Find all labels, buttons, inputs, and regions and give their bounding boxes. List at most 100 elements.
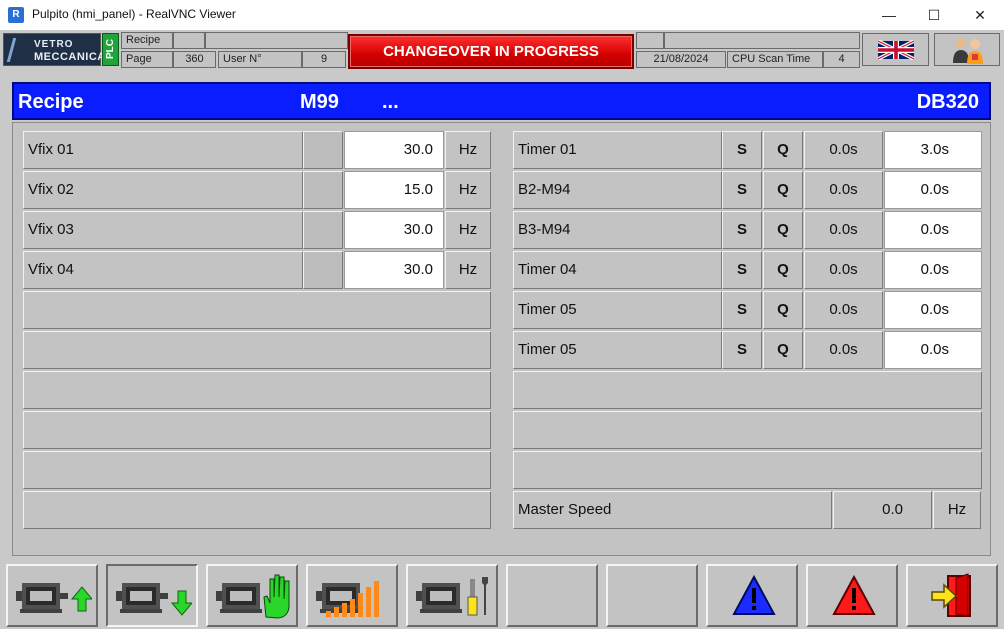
recipe-title-bar: Recipe M99 ... DB320: [12, 82, 991, 120]
user-number: 9: [302, 51, 346, 68]
empty-row: [23, 331, 491, 369]
header-blank-2: [205, 32, 348, 49]
recipe-panel: Vfix 01 30.0 Hz Vfix 02 15.0 Hz Vfix 03 …: [12, 122, 991, 556]
master-speed-label: Master Speed: [513, 491, 832, 529]
blue-warning-icon: [732, 574, 776, 615]
timer-output-flag: Q: [763, 211, 803, 249]
users-icon: [953, 38, 983, 64]
timer-output-flag: Q: [763, 251, 803, 289]
timer-setpoint-input[interactable]: 0.0s: [884, 171, 982, 209]
timer-start-flag: S: [722, 251, 762, 289]
master-speed-unit: Hz: [933, 491, 981, 529]
page-number: 360: [173, 51, 216, 68]
timer-output-flag: Q: [763, 331, 803, 369]
window-title: Pulpito (hmi_panel) - RealVNC Viewer: [32, 7, 236, 21]
users-button[interactable]: [934, 33, 1000, 66]
vfix-indicator: [303, 131, 343, 169]
function-toolbar: [0, 562, 1004, 629]
timer-start-flag: S: [722, 211, 762, 249]
empty-row: [23, 491, 491, 529]
timer-output-flag: Q: [763, 291, 803, 329]
alarms-button[interactable]: [806, 564, 898, 627]
recipe-label: Recipe: [121, 32, 173, 49]
timer-actual: 0.0s: [804, 171, 883, 209]
vfix-row: Vfix 04 30.0 Hz: [23, 251, 493, 289]
vfix-value-input[interactable]: 15.0: [344, 171, 444, 209]
vfix-indicator: [303, 251, 343, 289]
vetro-meccanica-logo: VETRO MECCANICA: [3, 33, 105, 66]
close-button[interactable]: ✕: [957, 0, 1003, 30]
timer-output-flag: Q: [763, 131, 803, 169]
plc-status-badge: PLC: [102, 33, 119, 66]
vfix-value-input[interactable]: 30.0: [344, 251, 444, 289]
timer-actual: 0.0s: [804, 131, 883, 169]
motor-upload-icon: [16, 583, 92, 613]
empty-row: [23, 411, 491, 449]
empty-row: [513, 371, 982, 409]
header-blank-4: [664, 32, 860, 49]
timer-start-flag: S: [722, 291, 762, 329]
timer-start-flag: S: [722, 131, 762, 169]
exit-button[interactable]: [906, 564, 998, 627]
motor-speed-icon: [316, 581, 379, 617]
timer-row: Timer 05 S Q 0.0s 0.0s: [513, 291, 983, 329]
red-alarm-icon: [832, 574, 876, 615]
timer-start-flag: S: [722, 331, 762, 369]
page-label: Page: [121, 51, 173, 68]
timer-output-flag: Q: [763, 171, 803, 209]
db-number: DB320: [916, 91, 979, 113]
vfix-row: Vfix 01 30.0 Hz: [23, 131, 493, 169]
timer-row: B3-M94 S Q 0.0s 0.0s: [513, 211, 983, 249]
motor-download-icon: [116, 583, 192, 616]
motor-manual-icon: [216, 574, 290, 619]
changeover-banner: CHANGEOVER IN PROGRESS: [348, 34, 634, 69]
empty-function-button[interactable]: [606, 564, 698, 627]
empty-row: [513, 411, 982, 449]
timer-setpoint-input[interactable]: 3.0s: [884, 131, 982, 169]
timer-start-flag: S: [722, 171, 762, 209]
empty-row: [23, 291, 491, 329]
empty-row: [513, 451, 982, 489]
empty-row: [23, 451, 491, 489]
timer-actual: 0.0s: [804, 251, 883, 289]
language-button[interactable]: [862, 33, 929, 66]
window-titlebar: R Pulpito (hmi_panel) - RealVNC Viewer —…: [0, 0, 1004, 30]
vfix-row: Vfix 02 15.0 Hz: [23, 171, 493, 209]
timer-setpoint-input[interactable]: 0.0s: [884, 331, 982, 369]
date-display: 21/08/2024: [636, 51, 726, 68]
master-speed-row: Master Speed 0.0 Hz: [513, 491, 983, 529]
vfix-value-input[interactable]: 30.0: [344, 211, 444, 249]
recipe-name: ...: [382, 91, 399, 113]
timer-row: B2-M94 S Q 0.0s 0.0s: [513, 171, 983, 209]
vfix-row: Vfix 03 30.0 Hz: [23, 211, 493, 249]
timer-setpoint-input[interactable]: 0.0s: [884, 291, 982, 329]
timer-actual: 0.0s: [804, 291, 883, 329]
timer-setpoint-input[interactable]: 0.0s: [884, 251, 982, 289]
motor-tools-button[interactable]: [406, 564, 498, 627]
recipe-title: Recipe: [18, 91, 84, 113]
logo-mark-icon: [6, 38, 34, 62]
realvnc-app-icon: R: [8, 7, 24, 23]
warnings-button[interactable]: [706, 564, 798, 627]
motor-speed-button[interactable]: [306, 564, 398, 627]
motor-upload-button[interactable]: [6, 564, 98, 627]
user-label: User N°: [218, 51, 302, 68]
cpu-scan-label: CPU Scan Time: [727, 51, 823, 68]
timer-actual: 0.0s: [804, 331, 883, 369]
timer-setpoint-input[interactable]: 0.0s: [884, 211, 982, 249]
header-blank-3: [636, 32, 664, 49]
vfix-value-input[interactable]: 30.0: [344, 131, 444, 169]
empty-row: [23, 371, 491, 409]
maximize-button[interactable]: ☐: [911, 0, 957, 30]
master-speed-value: 0.0: [833, 491, 932, 529]
recipe-code: M99: [300, 91, 339, 113]
minimize-button[interactable]: —: [866, 0, 912, 30]
hmi-screen: VETRO MECCANICA PLC Recipe Page 360 User…: [0, 30, 1004, 629]
motor-download-button[interactable]: [106, 564, 198, 627]
vfix-indicator: [303, 171, 343, 209]
timer-actual: 0.0s: [804, 211, 883, 249]
motor-manual-button[interactable]: [206, 564, 298, 627]
timer-row: Timer 01 S Q 0.0s 3.0s: [513, 131, 983, 169]
empty-function-button[interactable]: [506, 564, 598, 627]
timer-row: Timer 05 S Q 0.0s 0.0s: [513, 331, 983, 369]
